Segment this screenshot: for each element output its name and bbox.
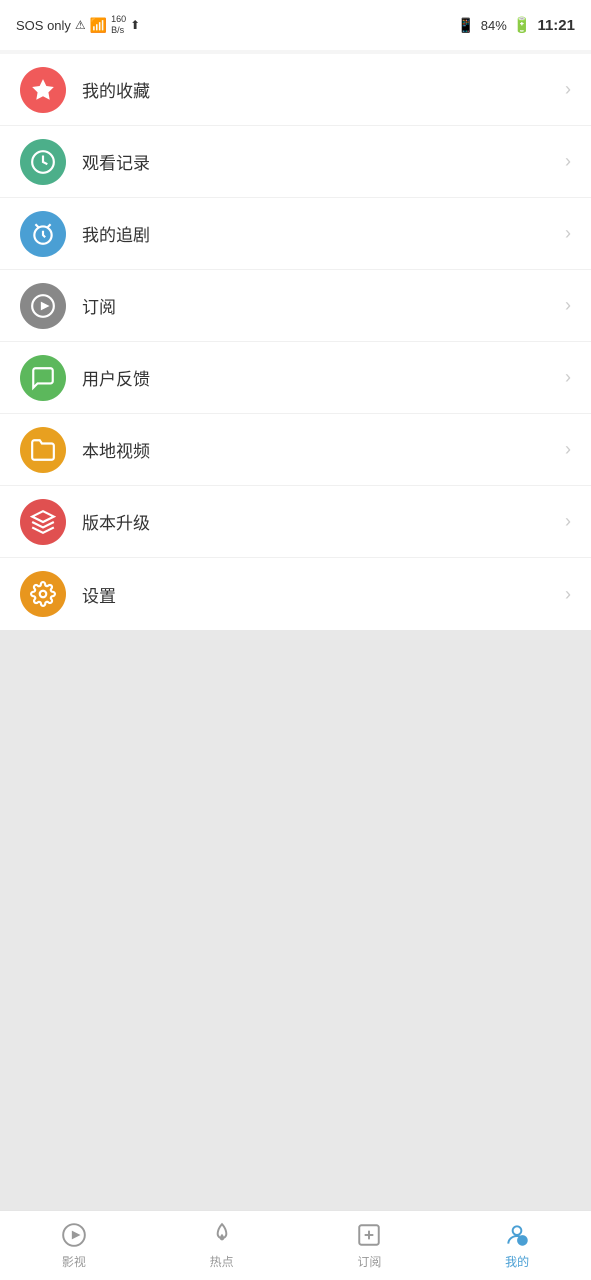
update-icon-wrap — [20, 499, 66, 545]
sos-text: SOS only — [16, 18, 71, 33]
wifi-icon: 📶 — [90, 17, 107, 34]
menu-item-series[interactable]: 我的追剧 › — [0, 198, 591, 270]
chevron-icon: › — [565, 223, 571, 244]
gear-icon — [30, 581, 56, 607]
chevron-icon: › — [565, 151, 571, 172]
series-label: 我的追剧 — [82, 221, 565, 246]
phone-icon: 📱 — [457, 17, 474, 34]
chevron-icon: › — [565, 79, 571, 100]
status-bar: SOS only ⚠ 📶 160 B/s ⬆ 📱 84% 🔋 11:21 — [0, 0, 591, 50]
battery-percent: 84% — [481, 18, 507, 33]
subscribe-nav-icon — [355, 1221, 383, 1249]
feedback-label: 用户反馈 — [82, 365, 565, 390]
settings-label: 设置 — [82, 582, 565, 607]
menu-item-history[interactable]: 观看记录 › — [0, 126, 591, 198]
subscribe-nav-label: 订阅 — [357, 1253, 381, 1270]
chevron-icon: › — [565, 439, 571, 460]
settings-icon-wrap — [20, 571, 66, 617]
folder-icon — [30, 437, 56, 463]
favorites-icon-wrap — [20, 67, 66, 113]
chevron-icon: › — [565, 584, 571, 605]
nav-item-videos[interactable]: 影视 — [0, 1221, 148, 1270]
warning-icon: ⚠ — [75, 18, 86, 32]
history-icon-wrap — [20, 139, 66, 185]
star-icon — [30, 77, 56, 103]
menu-section: 我的收藏 › 观看记录 › 我的追剧 › — [0, 54, 591, 630]
videos-nav-label: 影视 — [62, 1253, 86, 1270]
local-label: 本地视频 — [82, 437, 565, 462]
local-icon-wrap — [20, 427, 66, 473]
videos-nav-icon — [60, 1221, 88, 1249]
menu-item-local[interactable]: 本地视频 › — [0, 414, 591, 486]
signal-speed: 160 B/s — [111, 14, 126, 36]
hot-nav-icon — [208, 1221, 236, 1249]
mine-nav-icon — [503, 1221, 531, 1249]
gray-area — [0, 630, 591, 1210]
subscribe-icon-wrap — [20, 283, 66, 329]
menu-item-favorites[interactable]: 我的收藏 › — [0, 54, 591, 126]
clock-icon — [30, 149, 56, 175]
hot-nav-label: 热点 — [210, 1253, 234, 1270]
menu-item-settings[interactable]: 设置 › — [0, 558, 591, 630]
play-icon — [30, 293, 56, 319]
feedback-icon — [30, 365, 56, 391]
clock-time: 11:21 — [537, 17, 575, 34]
chevron-icon: › — [565, 511, 571, 532]
status-right: 📱 84% 🔋 11:21 — [457, 16, 575, 34]
feedback-icon-wrap — [20, 355, 66, 401]
upload-icon: ⬆ — [130, 18, 140, 32]
menu-item-feedback[interactable]: 用户反馈 › — [0, 342, 591, 414]
nav-item-mine[interactable]: 我的 — [443, 1221, 591, 1270]
update-label: 版本升级 — [82, 509, 565, 534]
nav-item-hot[interactable]: 热点 — [148, 1221, 296, 1270]
alarm-icon — [30, 221, 56, 247]
history-label: 观看记录 — [82, 149, 565, 174]
favorites-label: 我的收藏 — [82, 77, 565, 102]
battery-icon: 🔋 — [513, 16, 532, 34]
mine-nav-label: 我的 — [505, 1253, 529, 1270]
status-left: SOS only ⚠ 📶 160 B/s ⬆ — [16, 14, 140, 36]
nav-item-subscribe[interactable]: 订阅 — [296, 1221, 444, 1270]
menu-item-subscribe[interactable]: 订阅 › — [0, 270, 591, 342]
subscribe-label: 订阅 — [82, 293, 565, 318]
chevron-icon: › — [565, 295, 571, 316]
layers-icon — [30, 509, 56, 535]
series-icon-wrap — [20, 211, 66, 257]
bottom-nav: 影视 热点 订阅 我的 — [0, 1210, 591, 1280]
chevron-icon: › — [565, 367, 571, 388]
menu-item-update[interactable]: 版本升级 › — [0, 486, 591, 558]
